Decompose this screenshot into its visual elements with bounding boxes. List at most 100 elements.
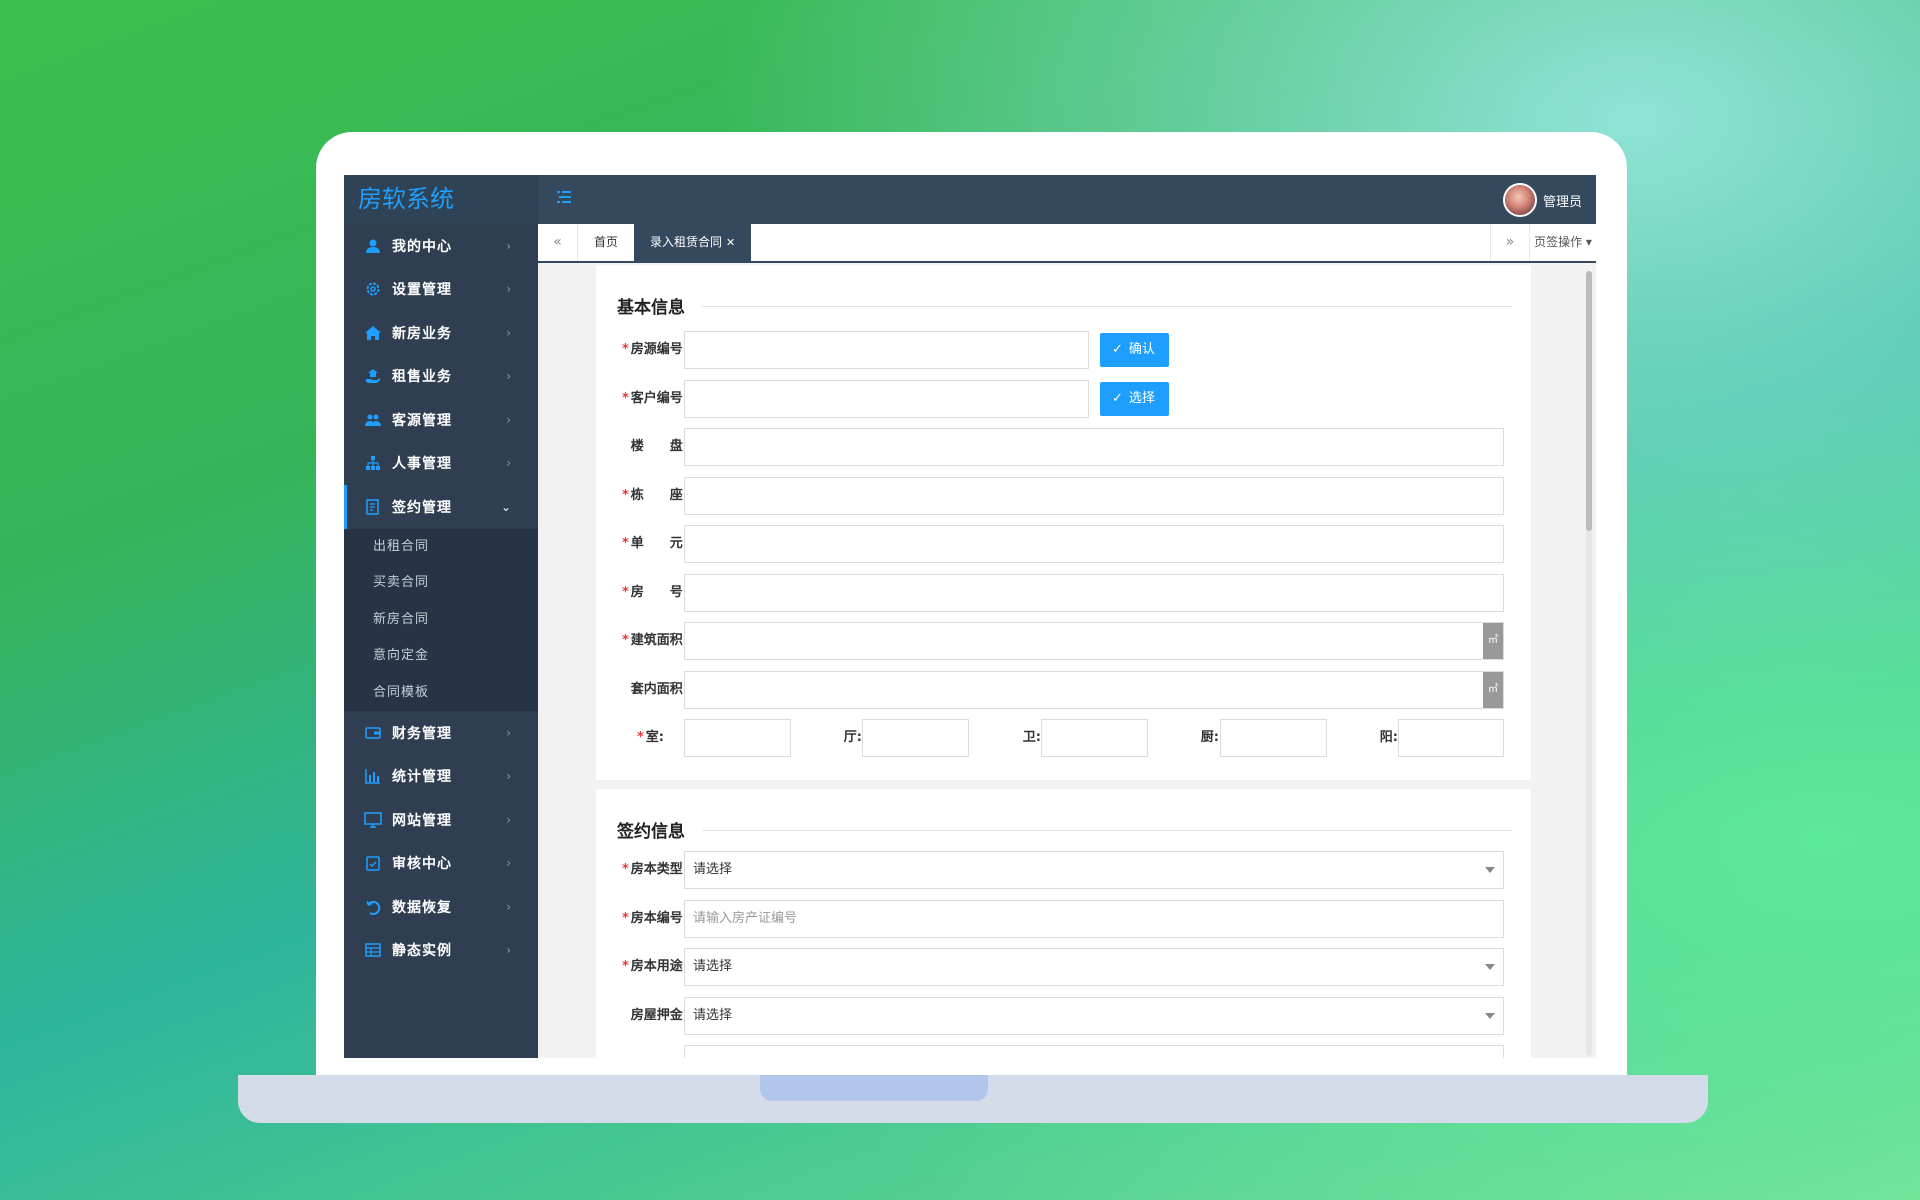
house-icon bbox=[364, 324, 382, 342]
field-label: 房屋押金: bbox=[630, 1008, 688, 1023]
sidebar-item-contracts[interactable]: 签约管理 ⌄ bbox=[344, 485, 538, 529]
submenu-item-sale-contract[interactable]: 买卖合同 bbox=[344, 565, 538, 602]
unit-addon: ㎡ bbox=[1483, 672, 1503, 708]
section-divider bbox=[702, 830, 1512, 831]
submenu-item-deposit[interactable]: 意向定金 bbox=[344, 638, 538, 675]
sidebar-item-label: 设置管理 bbox=[392, 282, 452, 299]
deed-no-input[interactable]: 请输入房产证编号 bbox=[684, 900, 1504, 938]
content-scrollbar[interactable] bbox=[1586, 271, 1592, 1056]
caret-down-icon bbox=[1485, 1013, 1495, 1019]
kitchen-input[interactable] bbox=[1220, 719, 1327, 757]
sidebar-item-website[interactable]: 网站管理 › bbox=[344, 798, 538, 842]
field-label: * 单 元: bbox=[621, 536, 688, 551]
users-icon bbox=[364, 411, 382, 429]
chevron-right-icon: › bbox=[506, 282, 512, 297]
submenu-item-template[interactable]: 合同模板 bbox=[344, 675, 538, 712]
menu-toggle-icon[interactable] bbox=[556, 189, 576, 209]
field-label: * 房本编号: bbox=[621, 911, 688, 926]
living-room-input[interactable] bbox=[862, 719, 969, 757]
tab-label: 录入租赁合同 bbox=[650, 235, 723, 249]
row-next bbox=[596, 1045, 1531, 1058]
inner-area-input[interactable]: ㎡ bbox=[684, 671, 1504, 709]
choose-button[interactable]: ✓ 选择 bbox=[1100, 382, 1169, 416]
chevron-right-icon: › bbox=[506, 456, 512, 471]
row-build-area: * 建筑面积: ㎡ bbox=[596, 622, 1531, 660]
sidebar-item-static[interactable]: 静态实例 › bbox=[344, 929, 538, 973]
bar-chart-icon bbox=[364, 767, 382, 785]
unit-input[interactable] bbox=[684, 525, 1504, 563]
field-label: * 客户编号: bbox=[621, 391, 688, 406]
monitor-icon bbox=[364, 811, 382, 829]
section-title: 签约信息 bbox=[617, 822, 685, 842]
submenu-item-rent-contract[interactable]: 出租合同 bbox=[344, 529, 538, 566]
sidebar-item-label: 数据恢复 bbox=[392, 899, 452, 916]
sidebar-item-restore[interactable]: 数据恢复 › bbox=[344, 885, 538, 929]
sidebar-item-my-center[interactable]: 我的中心 › bbox=[344, 224, 538, 268]
caret-down-icon bbox=[1485, 964, 1495, 970]
page-ops-dropdown[interactable]: 页签操作 ▾ bbox=[1530, 224, 1596, 261]
top-bar: 房软系统 管理员 bbox=[344, 175, 1596, 224]
field-label: 套内面积: bbox=[630, 682, 688, 697]
sidebar-item-audit[interactable]: 审核中心 › bbox=[344, 842, 538, 886]
sidebar: 我的中心 › 设置管理 › 新房业务 › 租售业务 › 客源管理 › 人事管理 › 签约管理… bbox=[344, 224, 538, 1058]
hand-house-icon bbox=[364, 367, 382, 385]
tab-scroll-left-icon[interactable]: « bbox=[538, 224, 578, 261]
sidebar-item-customers[interactable]: 客源管理 › bbox=[344, 398, 538, 442]
sidebar-item-settings[interactable]: 设置管理 › bbox=[344, 268, 538, 312]
laptop-notch bbox=[760, 1075, 988, 1101]
bathroom-input[interactable] bbox=[1041, 719, 1148, 757]
user-menu[interactable]: 管理员 bbox=[1502, 183, 1582, 217]
row-inner-area: 套内面积: ㎡ bbox=[596, 671, 1531, 709]
chevron-right-icon: › bbox=[506, 325, 512, 340]
row-layout: * 室: 厅: 卫: 厨: 阳: bbox=[596, 719, 1531, 757]
room-input[interactable] bbox=[684, 574, 1504, 612]
tab-scroll-right-icon[interactable]: » bbox=[1490, 224, 1530, 261]
tab-rent-contract[interactable]: 录入租赁合同 ✕ bbox=[634, 224, 752, 261]
field-label: * 房源编号: bbox=[621, 342, 688, 357]
sidebar-item-finance[interactable]: 财务管理 › bbox=[344, 711, 538, 755]
balcony-input[interactable] bbox=[1398, 719, 1504, 757]
field-label: 卫: bbox=[1022, 730, 1041, 745]
deed-use-select[interactable]: 请选择 bbox=[684, 948, 1504, 986]
row-deposit: 房屋押金: 请选择 bbox=[596, 997, 1531, 1035]
row-unit: * 单 元: bbox=[596, 525, 1531, 563]
scrollbar-thumb[interactable] bbox=[1586, 271, 1592, 531]
wallet-icon bbox=[364, 724, 382, 742]
sidebar-item-statistics[interactable]: 统计管理 › bbox=[344, 755, 538, 799]
estate-input[interactable] bbox=[684, 428, 1504, 466]
customer-no-input[interactable] bbox=[684, 380, 1089, 418]
next-input[interactable] bbox=[684, 1045, 1504, 1058]
basic-info-panel: 基本信息 * 房源编号: ✓ 确认 * 客户编号: ✓ 选择 楼 盘: * 栋 座: bbox=[596, 265, 1531, 780]
chevron-right-icon: › bbox=[506, 812, 512, 827]
deposit-select[interactable]: 请选择 bbox=[684, 997, 1504, 1035]
row-deed-no: * 房本编号: 请输入房产证编号 bbox=[596, 900, 1531, 938]
gear-icon bbox=[364, 280, 382, 298]
sidebar-item-label: 网站管理 bbox=[392, 812, 452, 829]
sidebar-item-hr[interactable]: 人事管理 › bbox=[344, 442, 538, 486]
sidebar-item-label: 审核中心 bbox=[392, 856, 452, 873]
house-no-input[interactable] bbox=[684, 331, 1089, 369]
bedroom-input[interactable] bbox=[684, 719, 791, 757]
field-label: * 栋 座: bbox=[621, 488, 688, 503]
deed-type-select[interactable]: 请选择 bbox=[684, 851, 1504, 889]
field-label: * 建筑面积: bbox=[621, 633, 688, 648]
contract-icon bbox=[364, 498, 382, 516]
app-window: 房软系统 管理员 我的中心 › 设置管理 › 新房业务 › 租售业务 › 客源管理 › bbox=[344, 175, 1596, 1058]
tab-home[interactable]: 首页 bbox=[578, 224, 634, 261]
submenu-item-new-house-contract[interactable]: 新房合同 bbox=[344, 602, 538, 639]
field-label: * 房本类型: bbox=[621, 862, 688, 877]
building-input[interactable] bbox=[684, 477, 1504, 515]
field-label: * 室: bbox=[636, 730, 664, 745]
app-logo: 房软系统 bbox=[344, 175, 538, 224]
check-icon: ✓ bbox=[1112, 391, 1123, 406]
field-label: 楼 盘: bbox=[630, 439, 688, 454]
sidebar-item-label: 静态实例 bbox=[392, 943, 452, 960]
chevron-right-icon: › bbox=[506, 856, 512, 871]
build-area-input[interactable]: ㎡ bbox=[684, 622, 1504, 660]
sidebar-item-rent-sale[interactable]: 租售业务 › bbox=[344, 355, 538, 399]
confirm-button[interactable]: ✓ 确认 bbox=[1100, 333, 1169, 367]
field-label: * 房本用途: bbox=[621, 959, 688, 974]
sidebar-item-new-house[interactable]: 新房业务 › bbox=[344, 311, 538, 355]
sidebar-item-label: 统计管理 bbox=[392, 769, 452, 786]
close-icon[interactable]: ✕ bbox=[726, 236, 735, 249]
